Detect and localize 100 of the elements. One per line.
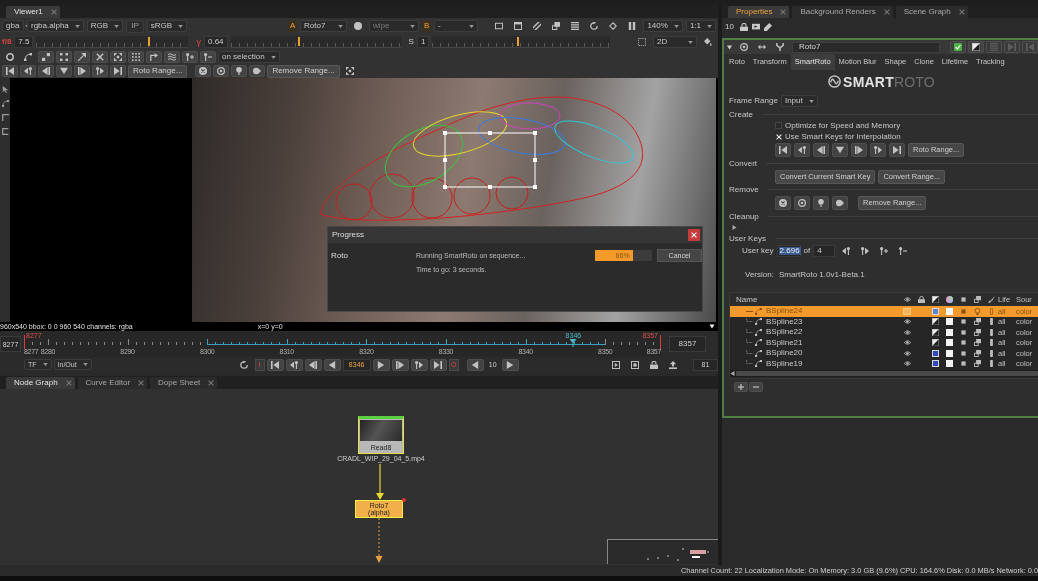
next-key-button[interactable] — [410, 358, 428, 371]
transform-box[interactable] — [443, 131, 537, 189]
skip-start-button[interactable] — [2, 65, 18, 77]
visibility-toggle[interactable] — [903, 318, 911, 326]
add-button[interactable] — [734, 382, 748, 392]
close-icon[interactable] — [958, 9, 965, 15]
saturation-slider[interactable] — [432, 36, 611, 48]
next-key-button[interactable] — [92, 65, 108, 77]
scrollbar-thumb[interactable] — [736, 371, 1038, 376]
corner-icon[interactable] — [1, 114, 9, 121]
step-forward-button[interactable] — [851, 143, 867, 157]
slider-handle[interactable] — [297, 37, 300, 46]
user-key-field[interactable]: 2.696 — [776, 245, 801, 257]
swatch-icon[interactable] — [945, 307, 953, 315]
swatch-icon[interactable] — [945, 318, 953, 326]
pin-button[interactable] — [231, 65, 248, 77]
x-circle-button[interactable] — [775, 196, 791, 210]
swatch-icon[interactable] — [945, 339, 953, 347]
cross-button[interactable] — [92, 51, 108, 63]
previous-key-button[interactable] — [794, 143, 810, 157]
display-dropdown[interactable]: RGB — [86, 20, 124, 32]
gain-field[interactable]: 7.5 — [14, 36, 34, 48]
visibility-toggle[interactable] — [903, 349, 911, 357]
pointer-icon[interactable] — [1, 86, 9, 93]
input-b-dropdown[interactable]: - — [434, 20, 479, 32]
close-button[interactable] — [688, 229, 700, 241]
pin-button[interactable] — [813, 196, 829, 210]
scrollbar[interactable] — [730, 370, 1038, 377]
previous-key-button[interactable] — [285, 358, 303, 371]
close-icon[interactable] — [138, 380, 145, 386]
step-forward-button[interactable] — [391, 358, 409, 371]
gamma-field[interactable]: 0.64 — [203, 36, 228, 48]
ring-dot-button[interactable] — [213, 65, 230, 77]
tab[interactable]: Node Graph — [6, 377, 75, 389]
view-mode-dropdown[interactable]: 2D — [653, 36, 697, 48]
curve-icon[interactable] — [1, 100, 9, 107]
circle-arrow-button[interactable] — [832, 196, 848, 210]
gamma-slider[interactable] — [230, 36, 401, 48]
checkbox[interactable] — [775, 122, 782, 129]
close-icon[interactable] — [780, 9, 787, 15]
gain-slider[interactable] — [36, 36, 189, 48]
total-keys-field[interactable]: 4 — [813, 245, 836, 257]
channels-dropdown[interactable]: gba — [2, 20, 24, 32]
skip-start-button[interactable] — [1022, 41, 1038, 53]
corners-button[interactable] — [56, 51, 72, 63]
skip-start-button[interactable] — [266, 358, 284, 371]
tab[interactable]: Properties — [728, 6, 790, 18]
tab[interactable]: Scene Graph — [895, 6, 968, 18]
color-swatch-icon[interactable] — [931, 307, 939, 315]
left-triangle-button[interactable] — [466, 358, 484, 371]
max-panels-field[interactable]: 10 — [723, 20, 736, 33]
play-button[interactable] — [372, 358, 390, 371]
node-name-field[interactable]: Roto7 — [792, 41, 940, 53]
step-back-button[interactable] — [304, 358, 322, 371]
slider-handle[interactable] — [516, 37, 519, 46]
skip-end-button[interactable] — [429, 358, 447, 371]
remove-key-button[interactable] — [200, 51, 216, 63]
half-square-icon[interactable] — [931, 328, 939, 336]
half-square-icon[interactable] — [931, 339, 939, 347]
frame-range-dropdown[interactable]: Input — [780, 95, 818, 107]
skip-start-button[interactable] — [775, 143, 791, 157]
tab[interactable]: Background Renders — [792, 6, 893, 18]
color-swatch-icon[interactable] — [931, 360, 939, 368]
slider-handle[interactable] — [147, 37, 150, 46]
lock-icon[interactable] — [739, 22, 748, 31]
ip-button[interactable]: IP — [126, 19, 144, 33]
visibility-toggle[interactable] — [903, 339, 911, 347]
tab[interactable]: Curve Editor — [77, 377, 148, 389]
half-square-button[interactable] — [968, 41, 984, 53]
tick-button[interactable] — [950, 41, 966, 53]
step-back-button[interactable] — [813, 143, 829, 157]
visibility-toggle[interactable] — [903, 328, 911, 336]
swatch-icon[interactable] — [945, 328, 953, 336]
x-circle-button[interactable] — [195, 65, 212, 77]
tab[interactable]: Dope Sheet — [150, 377, 218, 389]
expand-button[interactable] — [110, 51, 126, 63]
add-key-button[interactable] — [182, 51, 198, 63]
close-icon[interactable] — [65, 380, 72, 386]
step-forward-button[interactable] — [74, 65, 90, 77]
bent-arrow-button[interactable] — [146, 51, 162, 63]
right-triangle-button[interactable] — [501, 358, 519, 371]
lut-dropdown[interactable]: sRGB — [146, 20, 188, 32]
swatch-icon[interactable] — [945, 360, 953, 368]
roto-range-button[interactable]: Roto Range... — [128, 64, 188, 78]
step-back-button[interactable] — [38, 65, 54, 77]
saturation-field[interactable]: 1 — [416, 36, 430, 48]
tab[interactable]: Viewer1 — [6, 6, 60, 18]
close-icon[interactable] — [208, 380, 215, 386]
ring-dot-button[interactable] — [794, 196, 810, 210]
remove-button[interactable] — [749, 382, 763, 392]
down-triangle-icon[interactable] — [709, 324, 715, 329]
waves-button[interactable] — [164, 51, 180, 63]
right-triangle-icon[interactable] — [732, 225, 737, 230]
play-backward-button[interactable] — [323, 358, 341, 371]
visibility-toggle[interactable] — [903, 307, 911, 315]
circle-arrow-button[interactable] — [249, 65, 266, 77]
in-point-marker[interactable] — [24, 334, 25, 349]
diagonal-arrow-button[interactable] — [74, 51, 90, 63]
previous-key-button[interactable] — [20, 65, 36, 77]
points-button[interactable] — [38, 51, 54, 63]
